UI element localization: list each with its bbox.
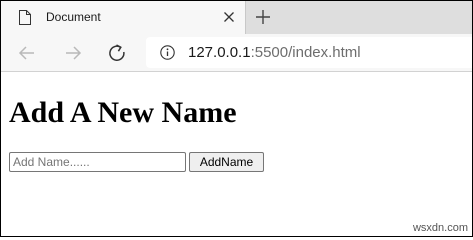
arrow-right-icon[interactable] <box>63 43 83 63</box>
url-path: :5500/index.html <box>250 44 361 61</box>
url-host: 127.0.0.1 <box>188 44 251 61</box>
tab-title: Document <box>46 10 101 24</box>
name-input[interactable] <box>9 152 186 172</box>
page-content: Add A New Name AddName wsxdn.com <box>1 72 472 236</box>
document-icon <box>19 10 31 25</box>
close-icon[interactable] <box>223 11 235 23</box>
browser-toolbar: 127.0.0.1:5500/index.html <box>1 34 472 72</box>
tab-strip: Document <box>1 1 472 34</box>
info-icon[interactable] <box>160 45 175 60</box>
arrow-left-icon[interactable] <box>17 43 37 63</box>
watermark: wsxdn.com <box>412 222 468 234</box>
url-text[interactable]: 127.0.0.1:5500/index.html <box>188 44 361 61</box>
add-name-button[interactable]: AddName <box>189 152 264 172</box>
plus-icon[interactable] <box>255 9 271 25</box>
tab-document[interactable]: Document <box>1 1 246 34</box>
address-bar[interactable]: 127.0.0.1:5500/index.html <box>146 37 472 68</box>
page-heading: Add A New Name <box>9 96 237 129</box>
browser-window: Document 127.0.0.1:5500/index.html Add A… <box>0 0 473 237</box>
reload-icon[interactable] <box>107 43 127 63</box>
